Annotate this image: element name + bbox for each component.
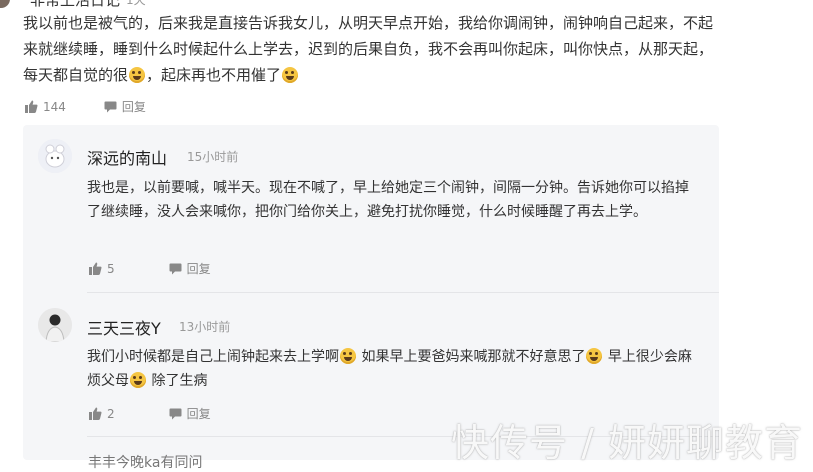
thumbs-up-icon xyxy=(25,100,38,113)
laughing-emoji-icon xyxy=(586,348,603,364)
comment-bubble-icon xyxy=(104,101,117,113)
comment-time: 13小时前 xyxy=(179,320,231,334)
comment-time: 15小时前 xyxy=(187,150,239,164)
reply-label: 回复 xyxy=(186,407,211,421)
laughing-emoji-icon xyxy=(130,372,146,388)
reply-text: 我们小时候都是自己上闹钟起来去上学啊 如果早上要爸妈来喊那就不好意思了 早上很少… xyxy=(87,348,692,389)
commenter-name[interactable]: 深远的南山 xyxy=(87,145,167,169)
like-count: 5 xyxy=(107,261,115,276)
like-button[interactable]: 144 xyxy=(25,100,66,114)
comment-bubble-icon xyxy=(169,408,182,420)
comment-time: 1天 xyxy=(126,0,146,8)
laughing-emoji-icon xyxy=(282,67,299,83)
main-comment: 我以前也是被气的，后来我是直接告诉我女儿，从明天早点开始，我给你调闹钟，闹钟响自… xyxy=(23,10,723,88)
reply-text: 我也是，以前要喊，喊半天。现在不喊了，早上给她定三个闹钟，间隔一分钟。告诉她你可… xyxy=(87,180,689,220)
like-button[interactable]: 5 xyxy=(89,262,115,276)
commenter-name[interactable]: 非常上活日记 xyxy=(30,0,120,10)
laughing-emoji-icon xyxy=(129,67,146,83)
thumbs-up-icon xyxy=(89,262,102,275)
reply-thread: 深远的南山 15小时前 我也是，以前要喊，喊半天。现在不喊了，早上给她定三个闹钟… xyxy=(23,125,719,460)
avatar[interactable] xyxy=(38,308,72,342)
watermark: 快传号 / 妍妍聊教育 xyxy=(451,421,803,465)
reply-label: 回复 xyxy=(186,262,211,276)
comment-bubble-icon xyxy=(169,263,182,275)
previous-comment-header: 非常上活日记 1天 xyxy=(0,0,146,9)
like-count: 2 xyxy=(107,406,115,421)
like-button[interactable]: 2 xyxy=(89,407,115,421)
commenter-name[interactable]: 三天三夜Y xyxy=(87,315,161,339)
avatar[interactable] xyxy=(38,139,72,173)
main-comment-actions: 144 回复 xyxy=(25,98,146,115)
reply-actions: 2 回复 xyxy=(89,405,211,422)
thumbs-up-icon xyxy=(89,407,102,420)
reply-button[interactable]: 回复 xyxy=(169,405,211,422)
laughing-emoji-icon xyxy=(340,348,356,364)
divider xyxy=(87,292,719,293)
avatar[interactable] xyxy=(0,0,10,8)
reply-actions: 5 回复 xyxy=(89,260,211,277)
like-count: 144 xyxy=(43,99,66,114)
next-comment-name[interactable]: 丰丰今晚ka有同问 xyxy=(88,452,202,472)
reply-label: 回复 xyxy=(121,100,146,114)
reply-button[interactable]: 回复 xyxy=(104,98,146,115)
reply-button[interactable]: 回复 xyxy=(169,260,211,277)
comment-text: 我以前也是被气的，后来我是直接告诉我女儿，从明天早点开始，我给你调闹钟，闹钟响自… xyxy=(23,14,714,84)
